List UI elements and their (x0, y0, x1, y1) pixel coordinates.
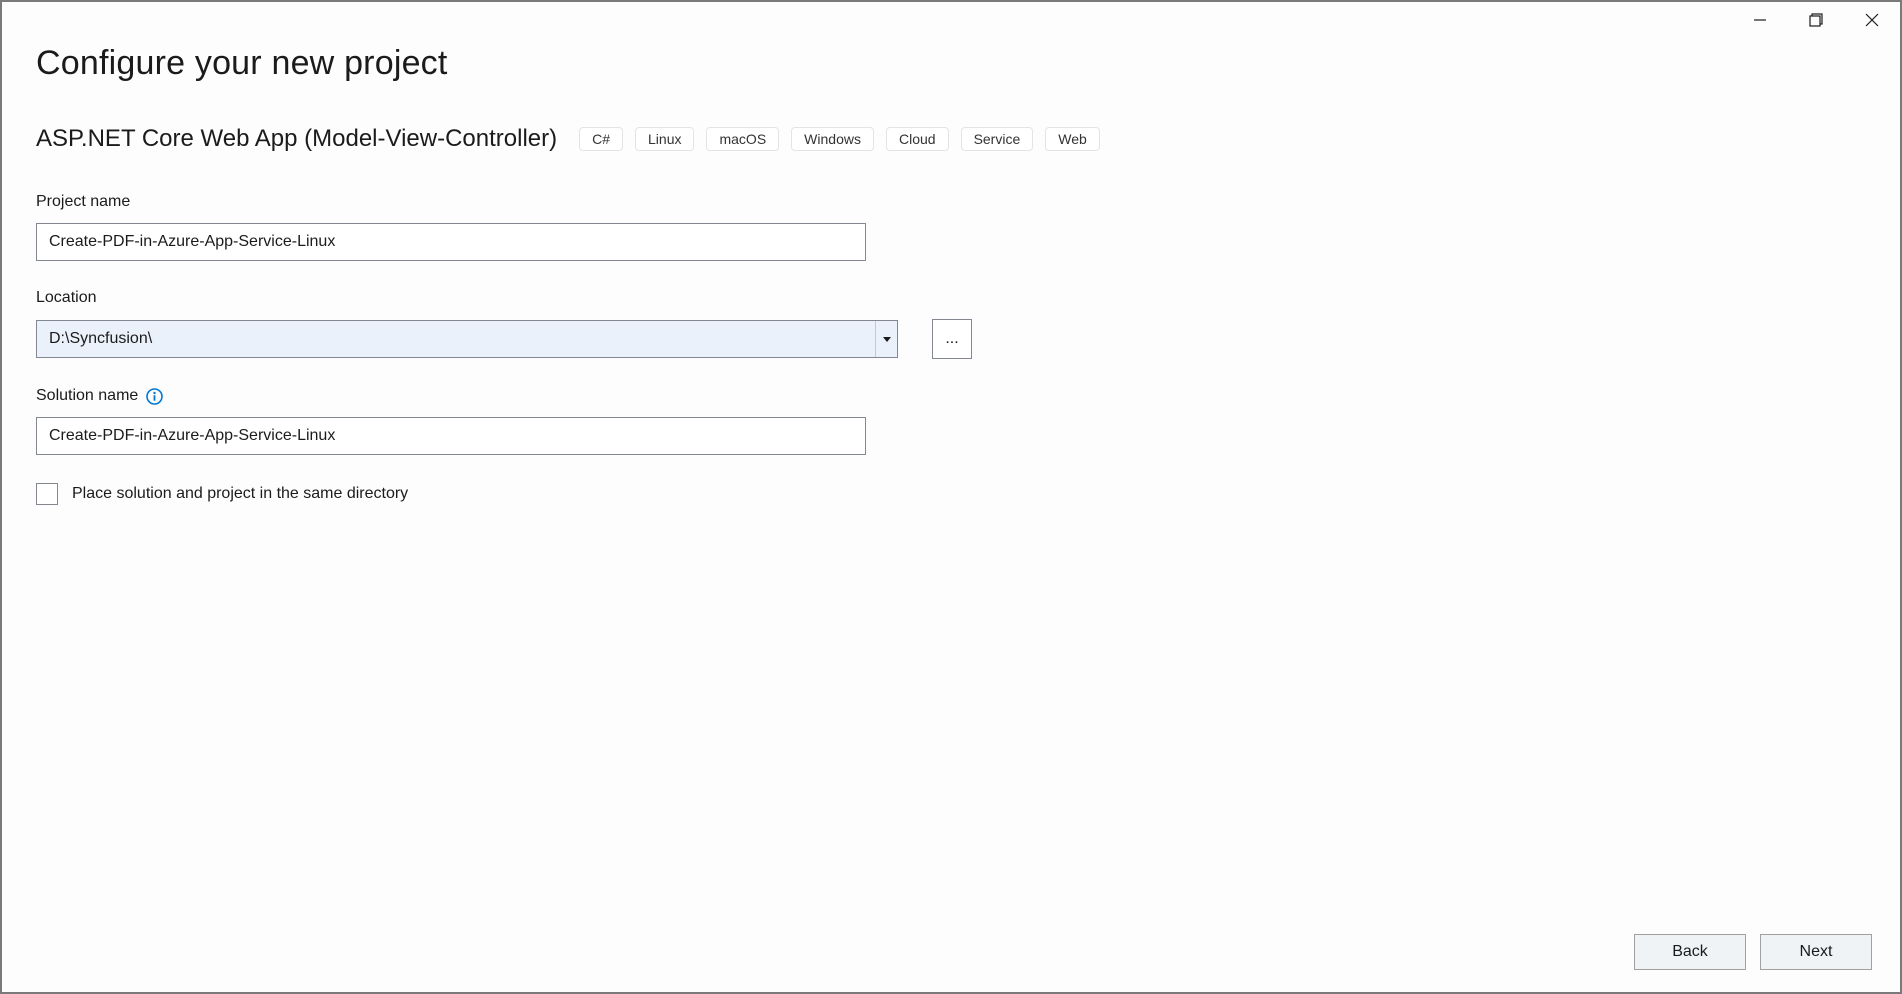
same-directory-row: Place solution and project in the same d… (36, 483, 1866, 505)
back-button[interactable]: Back (1634, 934, 1746, 970)
project-name-label: Project name (36, 193, 1866, 211)
location-input[interactable] (36, 320, 898, 358)
location-dropdown-button[interactable] (875, 321, 897, 357)
template-row: ASP.NET Core Web App (Model-View-Control… (36, 125, 1866, 153)
page-title: Configure your new project (36, 44, 1866, 83)
solution-name-input[interactable] (36, 417, 866, 455)
project-name-input[interactable] (36, 223, 866, 261)
solution-name-label-row: Solution name (36, 387, 1866, 405)
maximize-button[interactable] (1788, 2, 1844, 38)
solution-name-label: Solution name (36, 387, 138, 405)
tag-cloud: Cloud (886, 127, 949, 151)
project-name-group: Project name (36, 193, 1866, 261)
browse-button[interactable]: ... (932, 319, 972, 359)
location-label: Location (36, 289, 1866, 307)
tag-macos: macOS (706, 127, 779, 151)
footer: Back Next (1634, 934, 1872, 970)
location-group: Location ... (36, 289, 1866, 359)
template-name: ASP.NET Core Web App (Model-View-Control… (36, 125, 557, 153)
close-button[interactable] (1844, 2, 1900, 38)
minimize-icon (1753, 13, 1767, 27)
same-directory-checkbox[interactable] (36, 483, 58, 505)
solution-name-group: Solution name (36, 387, 1866, 455)
location-row: ... (36, 319, 1866, 359)
chevron-down-icon (883, 337, 891, 342)
tag-linux: Linux (635, 127, 694, 151)
main-content: Configure your new project ASP.NET Core … (2, 2, 1900, 505)
minimize-button[interactable] (1732, 2, 1788, 38)
info-icon[interactable] (146, 388, 163, 405)
tag-web: Web (1045, 127, 1100, 151)
template-tags: C# Linux macOS Windows Cloud Service Web (579, 127, 1100, 151)
maximize-icon (1809, 13, 1823, 27)
location-combo (36, 320, 898, 358)
next-button[interactable]: Next (1760, 934, 1872, 970)
same-directory-label: Place solution and project in the same d… (72, 485, 408, 503)
close-icon (1865, 13, 1879, 27)
tag-csharp: C# (579, 127, 623, 151)
window-titlebar (1732, 2, 1900, 38)
tag-service: Service (961, 127, 1034, 151)
tag-windows: Windows (791, 127, 874, 151)
